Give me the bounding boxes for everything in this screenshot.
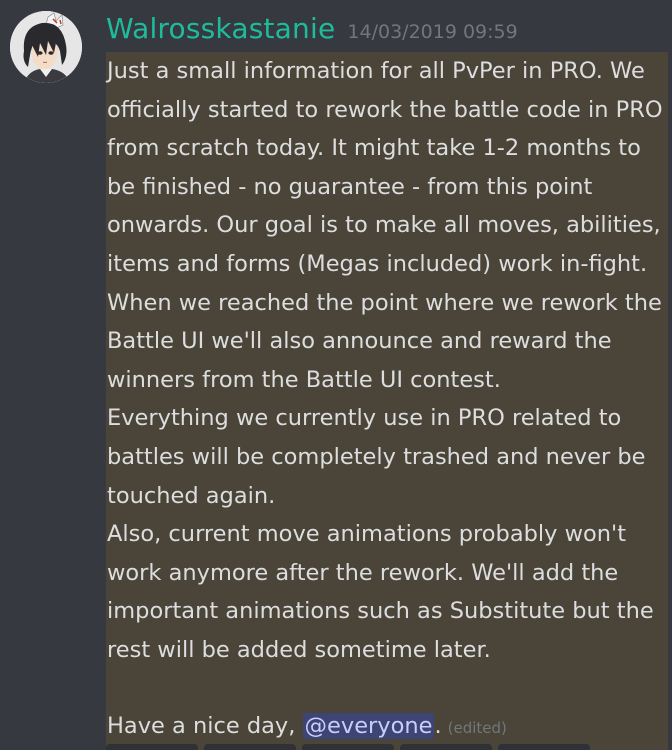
reaction-button[interactable]	[498, 744, 590, 750]
message-line: winners from the Battle UI contest.	[107, 366, 501, 393]
avatar-image	[10, 11, 82, 83]
message-line: Battle UI we'll also announce and reward…	[107, 328, 612, 355]
message-line: rest will be added sometime later.	[107, 637, 491, 663]
message-line: Also, current move animations probably w…	[107, 521, 627, 548]
chat-message: Walrosskastanie 14/03/2019 09:59 Just a …	[0, 0, 672, 750]
message-line: items and forms (Megas included) work in…	[107, 251, 648, 277]
edited-label: (edited)	[447, 719, 507, 737]
message-line: battles will be completely trashed and n…	[107, 444, 646, 470]
message-line: be finished - no guarantee - from this p…	[107, 173, 593, 200]
user-avatar[interactable]	[10, 11, 82, 83]
message-line: onwards. Our goal is to make all moves, …	[107, 212, 661, 239]
message-line: When we reached the point where we rewor…	[107, 289, 662, 316]
reaction-button[interactable]	[400, 744, 492, 750]
author-name[interactable]: Walrosskastanie	[106, 12, 335, 45]
reaction-button[interactable]	[106, 744, 198, 750]
message-line: work anymore after the rework. We'll add…	[107, 559, 619, 586]
message-line: Everything we currently use in PRO relat…	[107, 405, 622, 432]
message-line: important animations such as Substitute …	[107, 598, 654, 625]
message-line: Just a small information for all PvPer i…	[107, 58, 645, 84]
reaction-button[interactable]	[204, 744, 296, 750]
message-content: Just a small information for all PvPer i…	[106, 52, 668, 750]
message-header: Walrosskastanie 14/03/2019 09:59	[106, 12, 518, 52]
reaction-button[interactable]	[302, 744, 394, 750]
closing-text: Have a nice day,	[107, 713, 303, 739]
reaction-bar	[106, 744, 590, 750]
message-timestamp[interactable]: 14/03/2019 09:59	[347, 21, 517, 43]
message-line: touched again.	[107, 482, 276, 509]
closing-punctuation: .	[434, 713, 442, 739]
message-line: officially started to rework the battle …	[107, 96, 663, 123]
message-line: from scratch today. It might take 1-2 mo…	[107, 135, 641, 162]
everyone-mention[interactable]: @everyone	[302, 713, 435, 739]
closing-line: Have a nice day, @everyone. (edited)	[107, 707, 507, 748]
